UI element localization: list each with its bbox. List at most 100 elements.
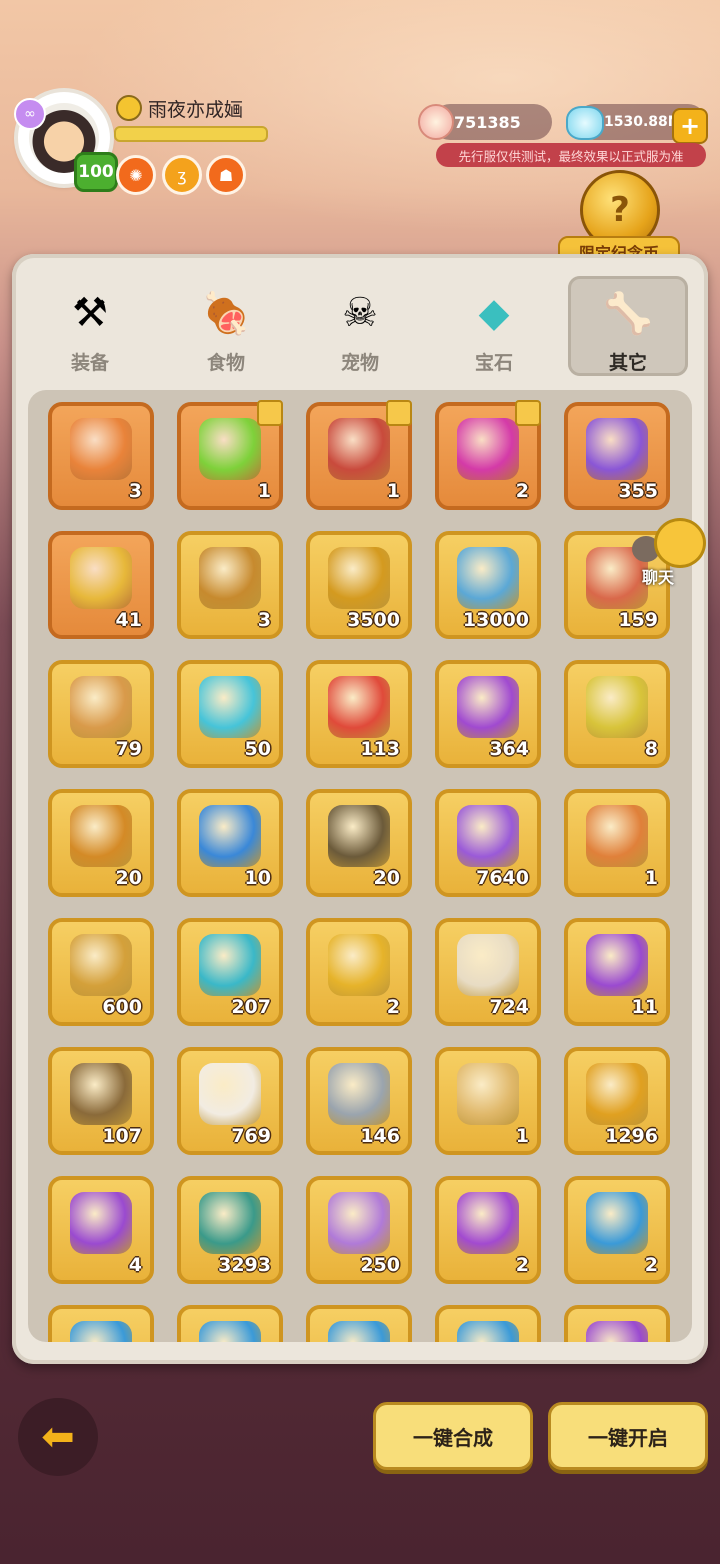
- item-count: 207: [231, 996, 271, 1018]
- blue-bird-card-icon: [199, 805, 261, 867]
- tab-label: 宠物: [340, 352, 379, 374]
- item-count: 8: [644, 738, 658, 760]
- scroll-icon: [328, 418, 390, 480]
- item-slot[interactable]: 13000: [435, 531, 541, 639]
- chat-face-icon: [654, 518, 706, 568]
- synthesize-all-button[interactable]: 一键合成: [373, 1402, 533, 1470]
- buff-icon-3[interactable]: ☗: [206, 155, 246, 195]
- item-slot[interactable]: 20: [306, 789, 412, 897]
- item-slot[interactable]: 364: [435, 660, 541, 768]
- item-count: 2: [644, 1254, 658, 1276]
- item-slot[interactable]: 113: [306, 660, 412, 768]
- inventory-tabs: ⚒ 装备 🍖 食物 ☠ 宠物 ◆ 宝石 🦴 其它: [24, 272, 696, 384]
- avatar-frame-badge-icon: ∞: [14, 98, 46, 130]
- buff-icon-2[interactable]: ʒ: [162, 155, 202, 195]
- rune-card-icon: [70, 676, 132, 738]
- item-slot[interactable]: 2: [435, 400, 541, 510]
- item-count: 11: [631, 996, 658, 1018]
- buff-icon-1[interactable]: ✺: [116, 155, 156, 195]
- item-slot[interactable]: 7640: [435, 789, 541, 897]
- item-slot[interactable]: [48, 1305, 154, 1342]
- item-slot[interactable]: 355: [564, 402, 670, 510]
- bone-icon: 🦴: [603, 290, 653, 337]
- item-count: 50: [244, 738, 271, 760]
- trophy-chest-icon: [586, 676, 648, 738]
- back-arrow-icon: ⬅: [41, 1414, 75, 1460]
- item-slot[interactable]: 8: [564, 660, 670, 768]
- bag-icon: [70, 1321, 132, 1342]
- item-slot[interactable]: 1: [564, 789, 670, 897]
- item-count: 107: [102, 1125, 142, 1147]
- dragon-card-icon: [328, 805, 390, 867]
- pickaxe-icon: [70, 1063, 132, 1125]
- item-slot[interactable]: 600: [48, 918, 154, 1026]
- item-count: 1: [644, 867, 658, 889]
- item-slot[interactable]: 3293: [177, 1176, 283, 1284]
- item-slot[interactable]: [306, 1305, 412, 1342]
- item-count: 146: [360, 1125, 400, 1147]
- chat-button[interactable]: 聊天: [632, 518, 712, 588]
- item-slot[interactable]: 2: [306, 918, 412, 1026]
- item-slot[interactable]: 2: [435, 1176, 541, 1284]
- rainbow-gem-icon: [457, 805, 519, 867]
- item-slot[interactable]: 79: [48, 660, 154, 768]
- gold-ore-icon: [328, 934, 390, 996]
- item-count: 1: [386, 480, 400, 502]
- emoji-title-icon: [116, 95, 142, 121]
- item-slot[interactable]: 10: [177, 789, 283, 897]
- item-count: 113: [360, 738, 400, 760]
- item-slot[interactable]: 2: [564, 1176, 670, 1284]
- add-currency-button[interactable]: +: [672, 108, 708, 144]
- gem-icon: ◆: [478, 290, 510, 336]
- item-slot[interactable]: 1: [177, 400, 283, 510]
- tab-equipment[interactable]: ⚒ 装备: [30, 276, 150, 376]
- open-all-button[interactable]: 一键开启: [548, 1402, 708, 1470]
- tab-other[interactable]: 🦴 其它: [568, 276, 688, 376]
- player-level-badge: 100: [74, 152, 118, 192]
- item-slot[interactable]: 207: [177, 918, 283, 1026]
- item-slot[interactable]: 1: [435, 1047, 541, 1155]
- item-count: 2: [515, 1254, 529, 1276]
- item-count: 20: [115, 867, 142, 889]
- item-slot[interactable]: 146: [306, 1047, 412, 1155]
- tab-food[interactable]: 🍖 食物: [166, 276, 286, 376]
- item-count: 79: [115, 738, 142, 760]
- crystal-icon: [566, 106, 604, 140]
- item-slot[interactable]: 1: [306, 400, 412, 510]
- item-slot[interactable]: 769: [177, 1047, 283, 1155]
- shell-icon: [418, 104, 454, 140]
- magnifier-icon: [328, 1063, 390, 1125]
- item-count: 355: [618, 480, 658, 502]
- tab-pets[interactable]: ☠ 宠物: [300, 276, 420, 376]
- bag-icon: [199, 1321, 261, 1342]
- item-slot[interactable]: 4: [48, 1176, 154, 1284]
- item-slot[interactable]: 20: [48, 789, 154, 897]
- item-count: 3293: [218, 1254, 271, 1276]
- item-count: 364: [489, 738, 529, 760]
- item-slot[interactable]: 50: [177, 660, 283, 768]
- item-slot[interactable]: 1296: [564, 1047, 670, 1155]
- item-slot[interactable]: [177, 1305, 283, 1342]
- mystery-card-icon: [457, 547, 519, 609]
- crystal-amount: 1530.88M: [604, 114, 682, 130]
- item-slot[interactable]: 107: [48, 1047, 154, 1155]
- shell-amount: 751385: [454, 112, 521, 132]
- item-slot[interactable]: 724: [435, 918, 541, 1026]
- blue-bag-icon: [586, 1192, 648, 1254]
- item-slot[interactable]: 3500: [306, 531, 412, 639]
- back-button[interactable]: ⬅: [18, 1398, 98, 1476]
- pink-horn-icon: [457, 418, 519, 480]
- purple-bag-icon: [586, 934, 648, 996]
- item-slot[interactable]: [435, 1305, 541, 1342]
- puzzle-piece-icon: [257, 400, 283, 426]
- item-count: 1: [257, 480, 271, 502]
- item-slot[interactable]: [564, 1305, 670, 1342]
- item-grid[interactable]: 3 1 1 2 355 41 3 3500 13000 159 79 50 113 364 8 20 10 20 7…: [28, 390, 692, 1342]
- item-slot[interactable]: 3: [48, 402, 154, 510]
- item-slot[interactable]: 3: [177, 531, 283, 639]
- item-slot[interactable]: 41: [48, 531, 154, 639]
- item-slot[interactable]: 11: [564, 918, 670, 1026]
- trophy-chest-icon: [70, 418, 132, 480]
- tab-gems[interactable]: ◆ 宝石: [434, 276, 554, 376]
- item-slot[interactable]: 250: [306, 1176, 412, 1284]
